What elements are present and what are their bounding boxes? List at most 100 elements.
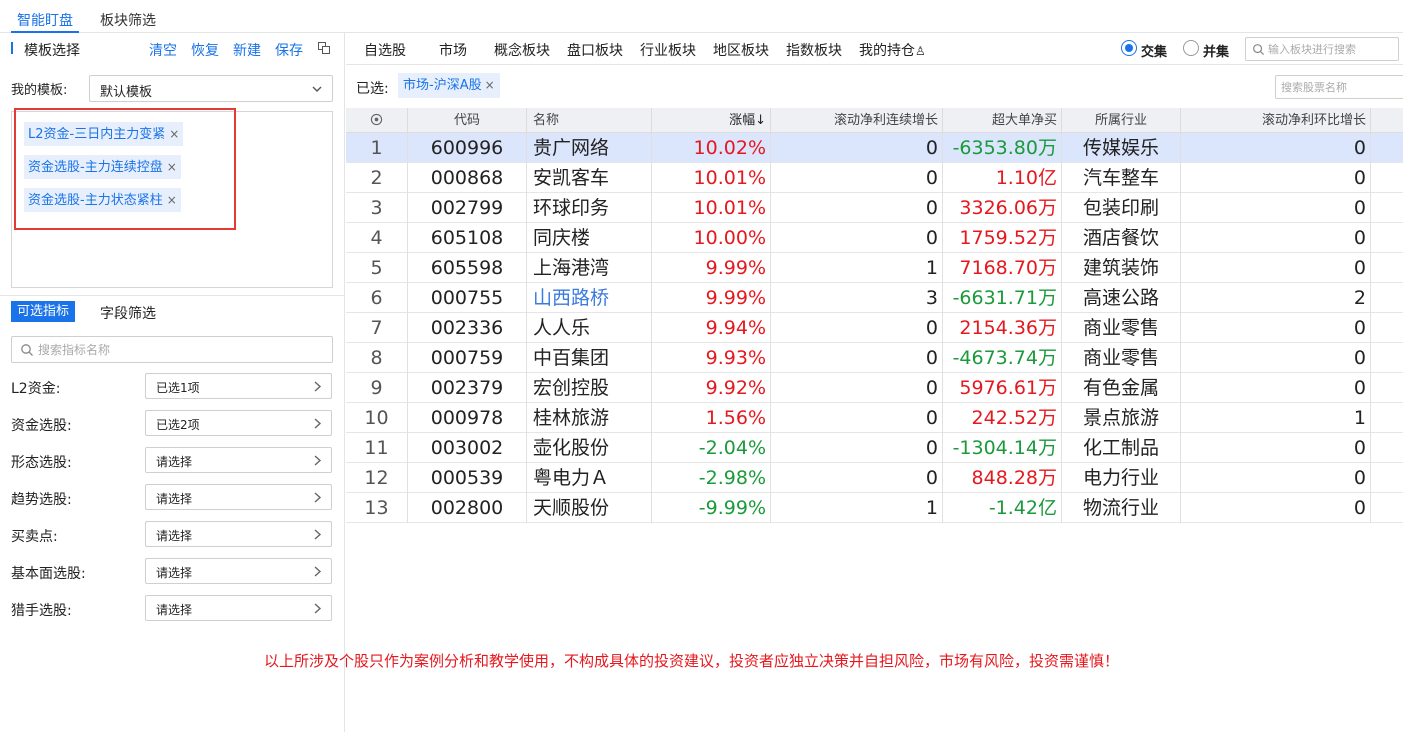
filter-label: 形态选股: bbox=[11, 455, 72, 471]
filter-row-trade-point: 买卖点: 请选择 bbox=[0, 521, 345, 548]
table-header: 代码 名称 涨幅↓ 滚动净利连续增长 超大单净买 所属行业 滚动净利环比增长 bbox=[346, 108, 1403, 133]
table-row[interactable]: 3 002799 环球印务 10.01% 0 3326.06万 包装印刷 0 bbox=[346, 193, 1403, 223]
column-settings-icon[interactable] bbox=[346, 108, 408, 133]
restore-button[interactable]: 恢复 bbox=[191, 40, 219, 60]
cell-industry: 景点旅游 bbox=[1062, 403, 1181, 433]
filter-row-fund: 资金选股: 已选2项 bbox=[0, 410, 345, 437]
cell-index: 12 bbox=[346, 463, 408, 493]
tab-handicap[interactable]: 盘口板块 bbox=[567, 40, 623, 60]
filter-select[interactable]: 请选择 bbox=[145, 558, 332, 584]
filter-select[interactable]: 请选择 bbox=[145, 447, 332, 473]
union-label: 并集 bbox=[1203, 45, 1230, 60]
column-header-profit-qoq[interactable]: 滚动净利环比增长 bbox=[1181, 108, 1371, 133]
table-row[interactable]: 4 605108 同庆楼 10.00% 0 1759.52万 酒店餐饮 0 bbox=[346, 223, 1403, 253]
stock-search-input[interactable] bbox=[1281, 79, 1399, 96]
remove-tag-icon[interactable]: × bbox=[485, 78, 495, 92]
table-row[interactable]: 1 600996 贵广网络 10.02% 0 -6353.80万 传媒娱乐 0 bbox=[346, 133, 1403, 163]
market-tab-bar: 自选股 市场 概念板块 盘口板块 行业板块 地区板块 指数板块 我的持仓♙ 交集… bbox=[346, 33, 1403, 65]
chevron-right-icon bbox=[314, 566, 322, 577]
tab-region[interactable]: 地区板块 bbox=[713, 40, 769, 60]
tab-industry[interactable]: 行业板块 bbox=[640, 40, 696, 60]
cell-index: 6 bbox=[346, 283, 408, 313]
table-row[interactable]: 9 002379 宏创控股 9.92% 0 5976.61万 有色金属 0 bbox=[346, 373, 1403, 403]
cell-index: 9 bbox=[346, 373, 408, 403]
filter-value: 已选2项 bbox=[156, 418, 200, 432]
cell-name: 山西路桥 bbox=[527, 283, 652, 313]
indicator-search-input[interactable] bbox=[38, 340, 318, 360]
column-header-code[interactable]: 代码 bbox=[408, 108, 527, 133]
table-row[interactable]: 12 000539 粤电力Ａ -2.98% 0 848.28万 电力行业 0 bbox=[346, 463, 1403, 493]
chevron-right-icon bbox=[314, 603, 322, 614]
template-tag-label: L2资金-三日内主力变紧 bbox=[28, 127, 166, 142]
table-row[interactable]: 13 002800 天顺股份 -9.99% 1 -1.42亿 物流行业 0 bbox=[346, 493, 1403, 523]
filter-select[interactable]: 请选择 bbox=[145, 595, 332, 621]
column-header-big-buy[interactable]: 超大单净买 bbox=[943, 108, 1062, 133]
tab-index[interactable]: 指数板块 bbox=[786, 40, 842, 60]
tab-field-filter[interactable]: 字段筛选 bbox=[100, 303, 156, 323]
new-button[interactable]: 新建 bbox=[233, 40, 261, 60]
tab-market[interactable]: 市场 bbox=[439, 40, 467, 60]
tab-concept[interactable]: 概念板块 bbox=[494, 40, 550, 60]
cell-code: 002336 bbox=[408, 313, 527, 343]
table-row[interactable]: 8 000759 中百集团 9.93% 0 -4673.74万 商业零售 0 bbox=[346, 343, 1403, 373]
tab-optional-indicators[interactable]: 可选指标 bbox=[11, 301, 76, 322]
cell-index: 8 bbox=[346, 343, 408, 373]
table-row[interactable]: 11 003002 壶化股份 -2.04% 0 -1304.14万 化工制品 0 bbox=[346, 433, 1403, 463]
cell-profit-growth: 0 bbox=[771, 433, 943, 463]
filter-select[interactable]: 请选择 bbox=[145, 484, 332, 510]
union-radio[interactable] bbox=[1183, 40, 1199, 56]
filter-value: 已选1项 bbox=[156, 381, 200, 395]
disclaimer-text: 以上所涉及个股只作为案例分析和教学使用，不构成具体的投资建议，投资者应独立决策并… bbox=[264, 652, 1120, 670]
tab-sector-filter[interactable]: 板块筛选 bbox=[100, 10, 156, 30]
template-tag: 资金选股-主力连续控盘 × bbox=[24, 155, 181, 179]
cell-profit-growth: 0 bbox=[771, 163, 943, 193]
tab-smart-watch[interactable]: 智能盯盘 bbox=[11, 10, 79, 33]
column-header-change[interactable]: 涨幅↓ bbox=[652, 108, 771, 133]
table-row[interactable]: 2 000868 安凯客车 10.01% 0 1.10亿 汽车整车 0 bbox=[346, 163, 1403, 193]
chevron-right-icon bbox=[314, 529, 322, 540]
remove-tag-icon[interactable]: × bbox=[169, 127, 179, 141]
clear-button[interactable]: 清空 bbox=[149, 40, 177, 60]
cell-change: 9.92% bbox=[652, 373, 771, 403]
filter-select[interactable]: 请选择 bbox=[145, 521, 332, 547]
cell-name: 桂林旅游 bbox=[527, 403, 652, 433]
filter-select[interactable]: 已选2项 bbox=[145, 410, 332, 436]
table-row[interactable]: 10 000978 桂林旅游 1.56% 0 242.52万 景点旅游 1 bbox=[346, 403, 1403, 433]
remove-tag-icon[interactable]: × bbox=[167, 193, 177, 207]
selected-market-tag-label: 市场-沪深A股 bbox=[403, 78, 482, 93]
stock-search bbox=[1275, 75, 1403, 99]
cell-change: -9.99% bbox=[652, 493, 771, 523]
cell-profit-growth: 0 bbox=[771, 373, 943, 403]
cell-change: 9.93% bbox=[652, 343, 771, 373]
template-tag: 资金选股-主力状态紧柱 × bbox=[24, 188, 181, 212]
column-header-profit-growth[interactable]: 滚动净利连续增长 bbox=[771, 108, 943, 133]
cell-code: 605108 bbox=[408, 223, 527, 253]
cell-industry: 酒店餐饮 bbox=[1062, 223, 1181, 253]
cell-name: 粤电力Ａ bbox=[527, 463, 652, 493]
template-select[interactable]: 默认模板 bbox=[89, 75, 333, 102]
cell-profit-growth: 0 bbox=[771, 313, 943, 343]
my-template-label: 我的模板: bbox=[11, 83, 68, 98]
table-row[interactable]: 5 605598 上海港湾 9.99% 1 7168.70万 建筑装饰 0 bbox=[346, 253, 1403, 283]
cell-name: 壶化股份 bbox=[527, 433, 652, 463]
table-row[interactable]: 6 000755 山西路桥 9.99% 3 -6631.71万 高速公路 2 bbox=[346, 283, 1403, 313]
remove-tag-icon[interactable]: × bbox=[167, 160, 177, 174]
filter-row-fundamental: 基本面选股: 请选择 bbox=[0, 558, 345, 585]
cell-industry: 商业零售 bbox=[1062, 343, 1181, 373]
copy-icon[interactable] bbox=[318, 42, 330, 54]
cell-change: 9.94% bbox=[652, 313, 771, 343]
tab-my-holdings[interactable]: 我的持仓♙ bbox=[859, 40, 926, 60]
block-search-input[interactable] bbox=[1268, 41, 1393, 58]
cell-change: -2.04% bbox=[652, 433, 771, 463]
cell-big-buy: 242.52万 bbox=[943, 403, 1062, 433]
filter-row-l2: L2资金: 已选1项 bbox=[0, 373, 345, 400]
intersection-radio[interactable] bbox=[1121, 40, 1137, 56]
filter-select[interactable]: 已选1项 bbox=[145, 373, 332, 399]
table-row[interactable]: 7 002336 人人乐 9.94% 0 2154.36万 商业零售 0 bbox=[346, 313, 1403, 343]
search-icon bbox=[1253, 44, 1265, 56]
column-header-industry[interactable]: 所属行业 bbox=[1062, 108, 1181, 133]
save-button[interactable]: 保存 bbox=[275, 40, 303, 60]
column-header-name[interactable]: 名称 bbox=[527, 108, 652, 133]
cell-name: 人人乐 bbox=[527, 313, 652, 343]
tab-watchlist[interactable]: 自选股 bbox=[364, 40, 406, 60]
